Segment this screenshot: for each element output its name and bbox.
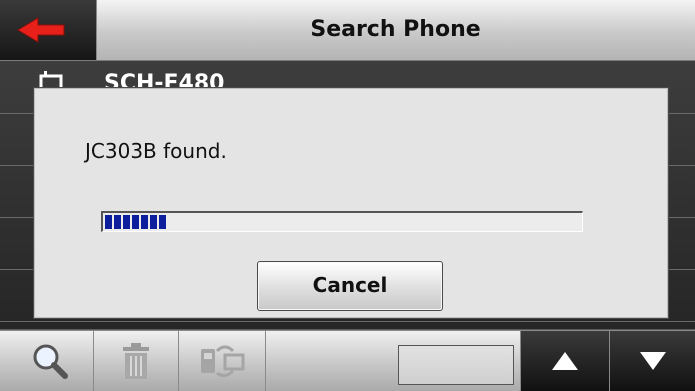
down-arrow-icon bbox=[640, 352, 666, 370]
search-button[interactable] bbox=[7, 331, 94, 391]
up-arrow-icon bbox=[552, 352, 578, 370]
back-arrow-icon bbox=[17, 17, 65, 43]
progress-bar bbox=[101, 211, 583, 232]
progress-segment bbox=[141, 215, 148, 229]
status-field bbox=[398, 345, 514, 385]
search-dialog: JC303B found. Cancel bbox=[34, 88, 668, 318]
progress-segment bbox=[159, 215, 166, 229]
scroll-down-button[interactable] bbox=[609, 331, 695, 391]
search-icon bbox=[33, 344, 68, 379]
row-divider bbox=[0, 321, 695, 322]
trash-icon bbox=[123, 343, 149, 379]
progress-segment bbox=[150, 215, 157, 229]
progress-segment bbox=[132, 215, 139, 229]
back-button[interactable] bbox=[0, 0, 97, 60]
progress-segment bbox=[114, 215, 121, 229]
progress-fill bbox=[105, 215, 166, 229]
scroll-up-button[interactable] bbox=[520, 331, 609, 391]
progress-segment bbox=[105, 215, 112, 229]
delete-button[interactable] bbox=[94, 331, 179, 391]
bottom-toolbar bbox=[0, 330, 695, 391]
progress-segment bbox=[123, 215, 130, 229]
dialog-message: JC303B found. bbox=[85, 139, 227, 163]
phone-sync-icon bbox=[201, 345, 245, 378]
sync-button[interactable] bbox=[179, 331, 266, 391]
page-title: Search Phone bbox=[310, 17, 481, 42]
title-bar: Search Phone bbox=[0, 0, 695, 61]
cancel-button[interactable]: Cancel bbox=[257, 261, 443, 311]
